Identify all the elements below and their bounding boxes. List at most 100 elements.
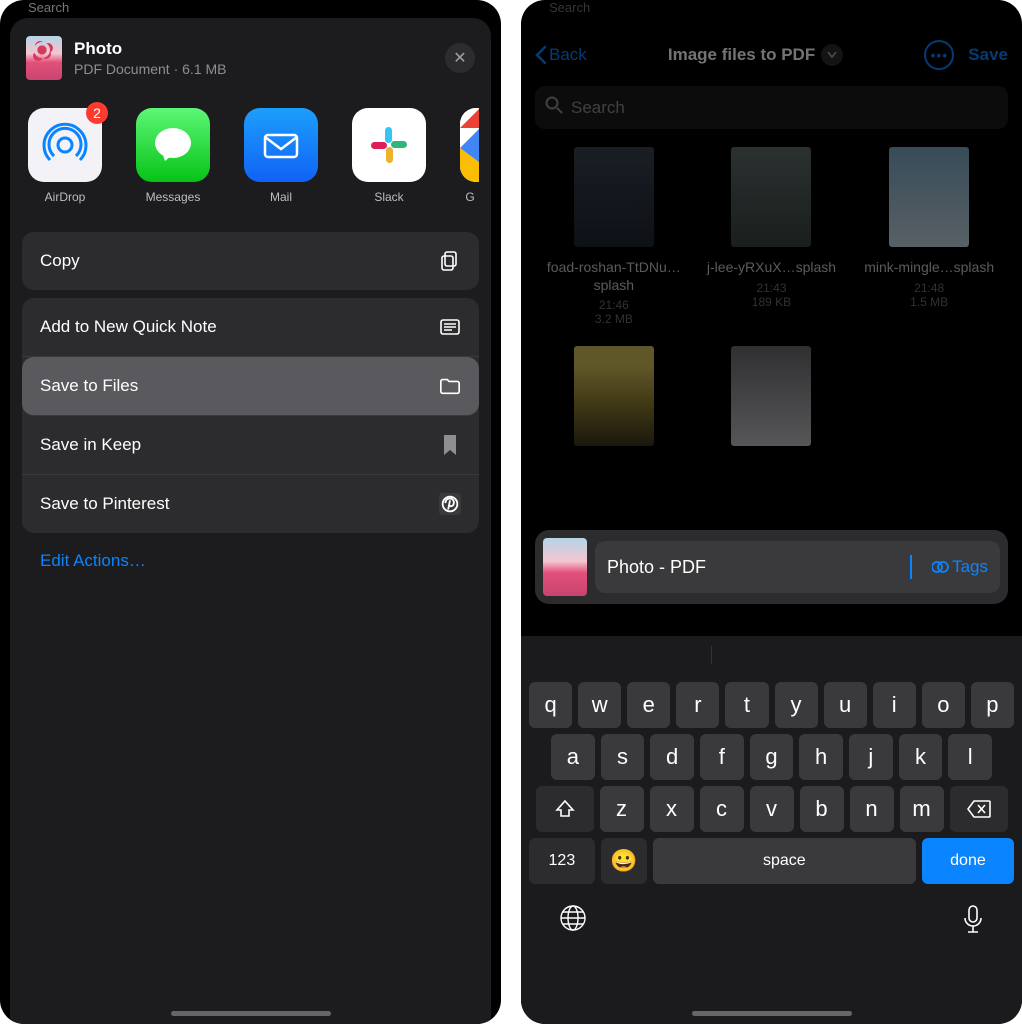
key-p[interactable]: p [971, 682, 1014, 728]
search-icon [545, 96, 563, 119]
tags-icon [932, 559, 948, 575]
key-q[interactable]: q [529, 682, 572, 728]
keyboard-row-4: 123 😀 space done [529, 838, 1014, 884]
key-s[interactable]: s [601, 734, 645, 780]
save-pinterest-action[interactable]: Save to Pinterest [22, 475, 479, 533]
app-mail[interactable]: Mail [244, 108, 318, 204]
edit-actions-link[interactable]: Edit Actions… [22, 533, 479, 589]
close-icon: ✕ [453, 48, 466, 68]
keyboard-row-1: q w e r t y u i o p [529, 682, 1014, 728]
app-label: Slack [374, 190, 403, 204]
key-e[interactable]: e [627, 682, 670, 728]
key-done[interactable]: done [922, 838, 1014, 884]
globe-button[interactable] [559, 904, 587, 941]
quick-note-action[interactable]: Add to New Quick Note [22, 298, 479, 357]
keyboard-bottom-row [525, 890, 1018, 969]
back-button[interactable]: Back [535, 45, 587, 65]
filename-value: Photo - PDF [607, 557, 908, 578]
file-date: 21:46 [599, 298, 629, 312]
key-numbers[interactable]: 123 [529, 838, 595, 884]
key-j[interactable]: j [849, 734, 893, 780]
app-label: G [465, 190, 474, 204]
key-h[interactable]: h [799, 734, 843, 780]
key-d[interactable]: d [650, 734, 694, 780]
share-header: Photo PDF Document · 6.1 MB ✕ [22, 32, 479, 98]
dictation-button[interactable] [962, 904, 984, 941]
file-date: 21:48 [914, 281, 944, 295]
quick-note-icon [439, 316, 461, 338]
key-v[interactable]: v [750, 786, 794, 832]
key-c[interactable]: c [700, 786, 744, 832]
folder-title-button[interactable]: Image files to PDF [668, 44, 843, 66]
key-y[interactable]: y [775, 682, 818, 728]
key-f[interactable]: f [700, 734, 744, 780]
filename-field[interactable]: Photo - PDF Tags [595, 541, 1000, 593]
file-size: 3.2 MB [595, 312, 633, 326]
home-indicator[interactable] [692, 1011, 852, 1016]
app-slack[interactable]: Slack [352, 108, 426, 204]
app-messages[interactable]: Messages [136, 108, 210, 204]
file-thumbnail [574, 147, 654, 247]
file-date: 21:43 [756, 281, 786, 295]
save-keep-action[interactable]: Save in Keep [22, 416, 479, 475]
mic-icon [962, 904, 984, 934]
app-airdrop[interactable]: 2 AirDrop [28, 108, 102, 204]
key-emoji[interactable]: 😀 [601, 838, 647, 884]
file-item[interactable] [539, 346, 689, 446]
action-label: Add to New Quick Note [40, 317, 217, 337]
key-a[interactable]: a [551, 734, 595, 780]
search-field[interactable]: Search [535, 86, 1008, 129]
share-title: Photo [74, 39, 227, 59]
key-t[interactable]: t [725, 682, 768, 728]
app-partial[interactable]: G [460, 108, 479, 204]
key-space[interactable]: space [653, 838, 916, 884]
key-shift[interactable] [536, 786, 594, 832]
share-sheet: Photo PDF Document · 6.1 MB ✕ 2 AirDrop … [10, 18, 491, 1024]
key-w[interactable]: w [578, 682, 621, 728]
key-x[interactable]: x [650, 786, 694, 832]
globe-icon [559, 904, 587, 932]
key-r[interactable]: r [676, 682, 719, 728]
copy-action[interactable]: Copy [22, 232, 479, 290]
key-k[interactable]: k [899, 734, 943, 780]
file-item[interactable]: foad-roshan-TtDNu…splash 21:46 3.2 MB [539, 147, 689, 326]
file-item[interactable] [697, 346, 847, 446]
suggestion-bar[interactable] [525, 646, 1018, 676]
save-to-files-action[interactable]: Save to Files [22, 357, 479, 416]
key-m[interactable]: m [900, 786, 944, 832]
key-n[interactable]: n [850, 786, 894, 832]
airdrop-icon: 2 [28, 108, 102, 182]
home-indicator[interactable] [171, 1011, 331, 1016]
key-i[interactable]: i [873, 682, 916, 728]
key-b[interactable]: b [800, 786, 844, 832]
key-z[interactable]: z [600, 786, 644, 832]
file-item[interactable]: j-lee-yRXuX…splash 21:43 189 KB [697, 147, 847, 326]
messages-icon [136, 108, 210, 182]
key-g[interactable]: g [750, 734, 794, 780]
nav-bar: Back Image files to PDF ••• Save [521, 0, 1022, 80]
key-backspace[interactable] [950, 786, 1008, 832]
key-o[interactable]: o [922, 682, 965, 728]
action-label: Save in Keep [40, 435, 141, 455]
files-grid: foad-roshan-TtDNu…splash 21:46 3.2 MB j-… [521, 147, 1022, 446]
nav-title: Image files to PDF [668, 45, 815, 65]
action-group-main: Add to New Quick Note Save to Files Save… [22, 298, 479, 533]
app-label: Messages [146, 190, 201, 204]
slack-icon [352, 108, 426, 182]
keyboard-row-2: a s d f g h j k l [529, 734, 1014, 780]
share-apps-row[interactable]: 2 AirDrop Messages Mail Slack [22, 98, 479, 224]
more-button[interactable]: ••• [924, 40, 954, 70]
close-button[interactable]: ✕ [445, 43, 475, 73]
back-label: Back [549, 45, 587, 65]
mail-icon [244, 108, 318, 182]
save-button[interactable]: Save [968, 45, 1008, 65]
tags-button[interactable]: Tags [932, 557, 988, 577]
document-thumbnail [26, 36, 62, 80]
key-l[interactable]: l [948, 734, 992, 780]
chevron-left-icon [535, 45, 547, 65]
file-item[interactable]: mink-mingle…splash 21:48 1.5 MB [854, 147, 1004, 326]
key-u[interactable]: u [824, 682, 867, 728]
app-label: AirDrop [45, 190, 86, 204]
action-group-copy: Copy [22, 232, 479, 290]
file-size: 189 KB [752, 295, 791, 309]
